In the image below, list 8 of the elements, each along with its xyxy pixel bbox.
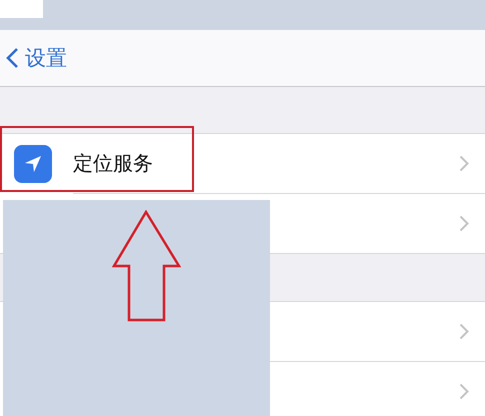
chevron-icon: [459, 383, 469, 400]
chevron-icon: [459, 155, 469, 172]
back-button[interactable]: 设置: [6, 44, 67, 72]
row-label: 定位服务: [73, 150, 153, 177]
chevron-icon: [459, 215, 469, 232]
back-chevron-icon: [6, 47, 19, 69]
chevron-icon: [459, 323, 469, 340]
cover-patch: [0, 0, 43, 18]
